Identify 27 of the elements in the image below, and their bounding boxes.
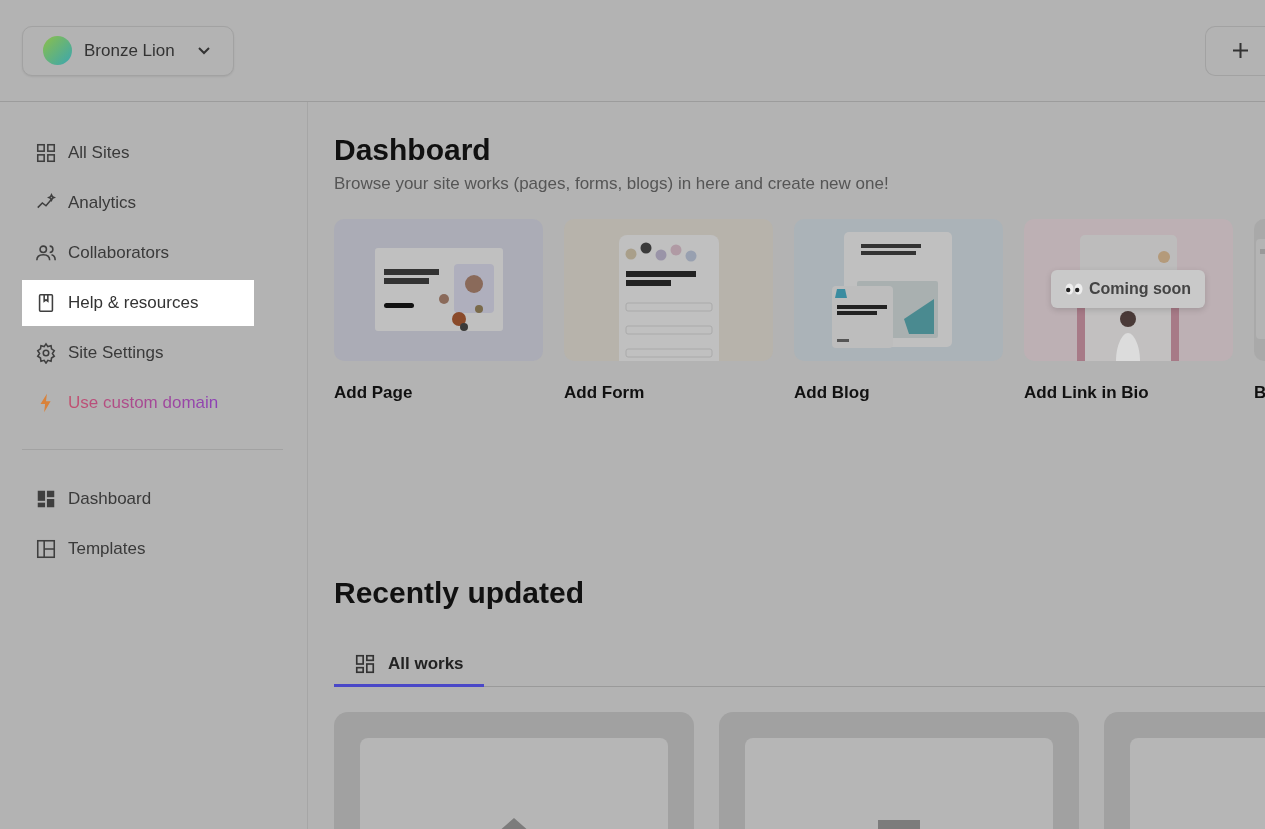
layout-icon [35, 538, 57, 560]
sidebar-item[interactable]: All Sites [22, 130, 254, 176]
workspace-switcher[interactable]: Bronze Lion [22, 25, 234, 76]
card-title[interactable]: Add Link in Bio [1024, 383, 1233, 403]
card-title[interactable]: Add Form [564, 383, 773, 403]
add-button[interactable] [1205, 25, 1265, 76]
sidebar-item[interactable]: Help & resources [22, 280, 254, 326]
settings-icon [35, 342, 57, 364]
sidebar-item[interactable]: Site Settings [22, 330, 254, 376]
dashboard-icon [35, 488, 57, 510]
sidebar-item[interactable]: Templates [22, 526, 254, 572]
grid-icon [354, 652, 376, 675]
card-title[interactable]: B [1254, 383, 1265, 403]
chevron-down-icon [196, 46, 211, 55]
badge-text: Coming soon [1088, 280, 1192, 298]
grid-icon [35, 142, 57, 164]
eyes-icon [1064, 283, 1083, 295]
sidebar-item[interactable]: Dashboard [22, 476, 254, 522]
section-title: Recently updated [334, 575, 586, 611]
page-title: Dashboard [334, 132, 492, 168]
sidebar-item[interactable]: Collaborators [22, 230, 254, 276]
card-title[interactable]: Add Page [334, 383, 543, 403]
card-title[interactable]: Add Blog [794, 383, 1003, 403]
tab[interactable]: All works [334, 643, 484, 687]
plus-icon [1232, 42, 1249, 59]
sidebar-item[interactable]: Analytics [22, 180, 254, 226]
page-subtitle: Browse your site works (pages, forms, blogs) in here and create new one! [334, 174, 890, 194]
